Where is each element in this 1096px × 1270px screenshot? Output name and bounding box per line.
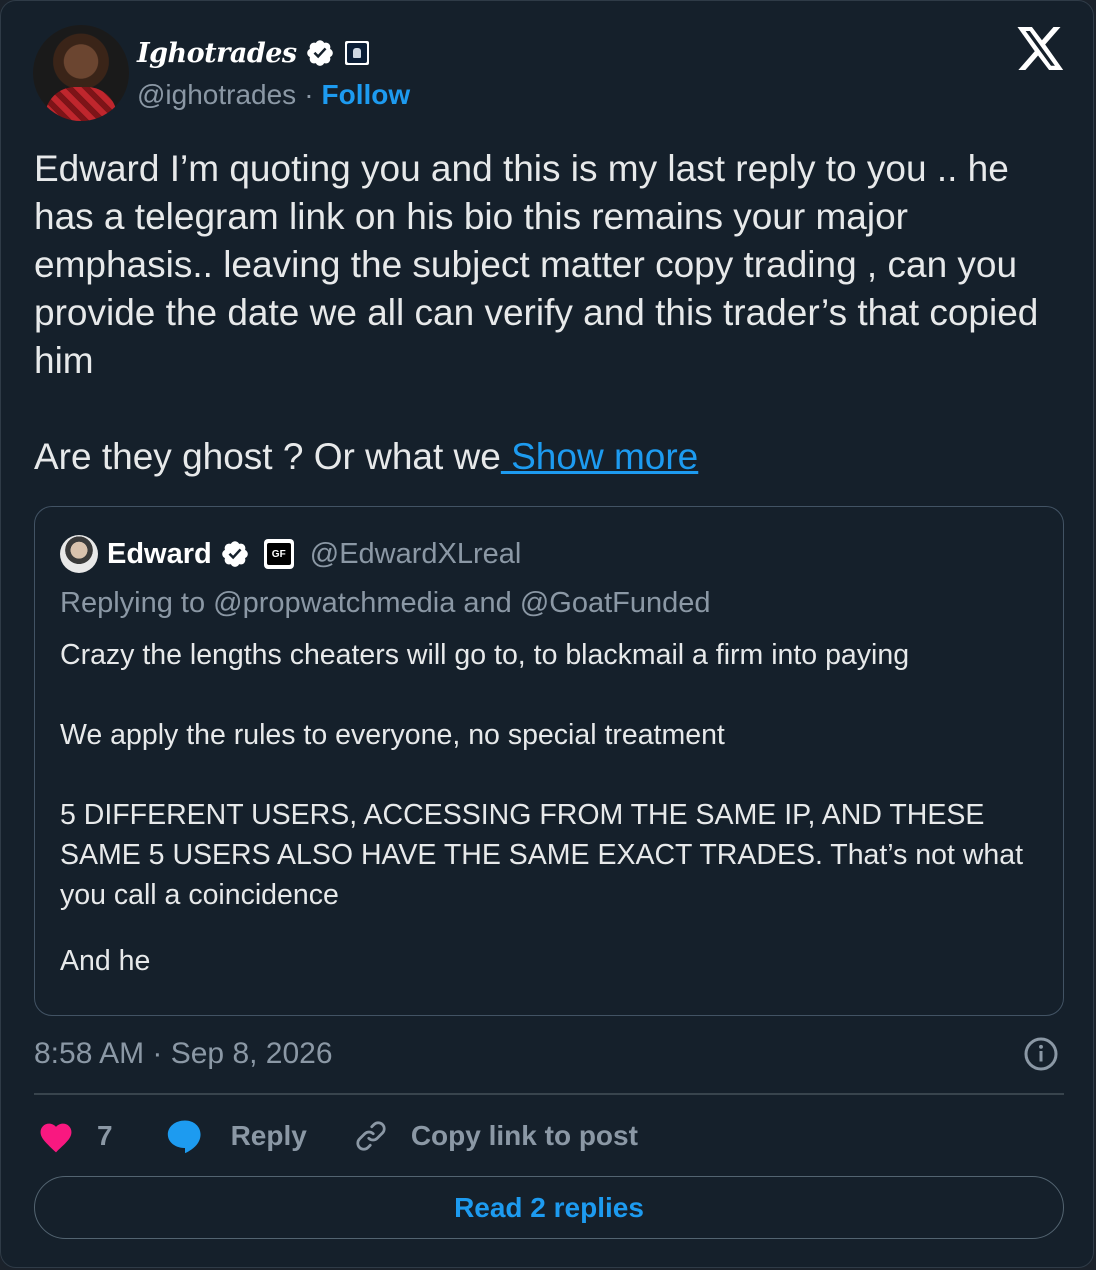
tweet-text-continued: Are they ghost ? Or what we Show more xyxy=(34,433,1074,481)
tweet-timestamp[interactable]: 8:58 AM · Sep 8, 2026 xyxy=(34,1037,333,1071)
author-handle-row: @ighotrades · Follow xyxy=(137,79,410,111)
quote-replying-to: Replying to @propwatchmedia and @GoatFun… xyxy=(60,587,711,619)
author-display-name[interactable]: Ighotrades xyxy=(137,38,297,69)
heart-icon xyxy=(40,1123,72,1153)
action-bar: 7 Reply Copy link to post xyxy=(37,1111,638,1161)
quote-author-handle[interactable]: @EdwardXLreal xyxy=(310,538,522,571)
copy-link-button[interactable]: Copy link to post xyxy=(353,1118,638,1154)
quote-paragraph: We apply the rules to everyone, no speci… xyxy=(60,719,725,751)
follow-button[interactable]: Follow xyxy=(322,79,411,111)
reply-bubble-icon xyxy=(167,1120,201,1154)
tweet-card: Ighotrades @ighotrades · Follow Edward I… xyxy=(0,0,1094,1268)
quote-author-row: Edward GF @EdwardXLreal xyxy=(107,535,521,573)
quote-author-avatar[interactable] xyxy=(60,535,98,573)
link-icon xyxy=(356,1121,386,1151)
quote-affiliate-badge-icon: GF xyxy=(263,539,294,569)
verified-badge-icon xyxy=(306,40,333,66)
quote-author-name[interactable]: Edward xyxy=(107,538,212,571)
divider xyxy=(34,1093,1064,1095)
like-button[interactable]: 7 xyxy=(37,1119,113,1153)
author-name-row: Ighotrades xyxy=(137,31,371,75)
verified-badge-icon xyxy=(221,541,248,567)
quote-paragraph: 5 DIFFERENT USERS, ACCESSING FROM THE SA… xyxy=(60,799,1024,911)
author-avatar[interactable] xyxy=(33,25,129,121)
reply-label: Reply xyxy=(230,1120,307,1151)
handle-separator: · xyxy=(304,79,314,110)
read-replies-button[interactable]: Read 2 replies xyxy=(34,1176,1064,1239)
quote-text: Crazy the lengths cheaters will go to, t… xyxy=(60,635,1050,981)
tweet-text: Edward I’m quoting you and this is my la… xyxy=(34,148,1049,381)
copy-link-label: Copy link to post xyxy=(410,1120,638,1151)
quote-paragraph: Crazy the lengths cheaters will go to, t… xyxy=(60,639,910,671)
x-logo-icon[interactable] xyxy=(1017,27,1065,71)
tweet-text-tail: Are they ghost ? Or what we xyxy=(34,436,501,477)
like-count: 7 xyxy=(97,1120,113,1151)
quoted-tweet[interactable]: Edward GF @EdwardXLreal Replying to @pro… xyxy=(34,506,1064,1016)
reply-button[interactable]: Reply xyxy=(165,1118,307,1154)
quote-paragraph: And he xyxy=(60,945,151,977)
info-icon[interactable] xyxy=(1023,1036,1059,1072)
show-more-link[interactable]: Show more xyxy=(501,436,698,477)
author-handle[interactable]: @ighotrades xyxy=(137,79,296,111)
affiliate-badge-icon xyxy=(342,39,371,67)
